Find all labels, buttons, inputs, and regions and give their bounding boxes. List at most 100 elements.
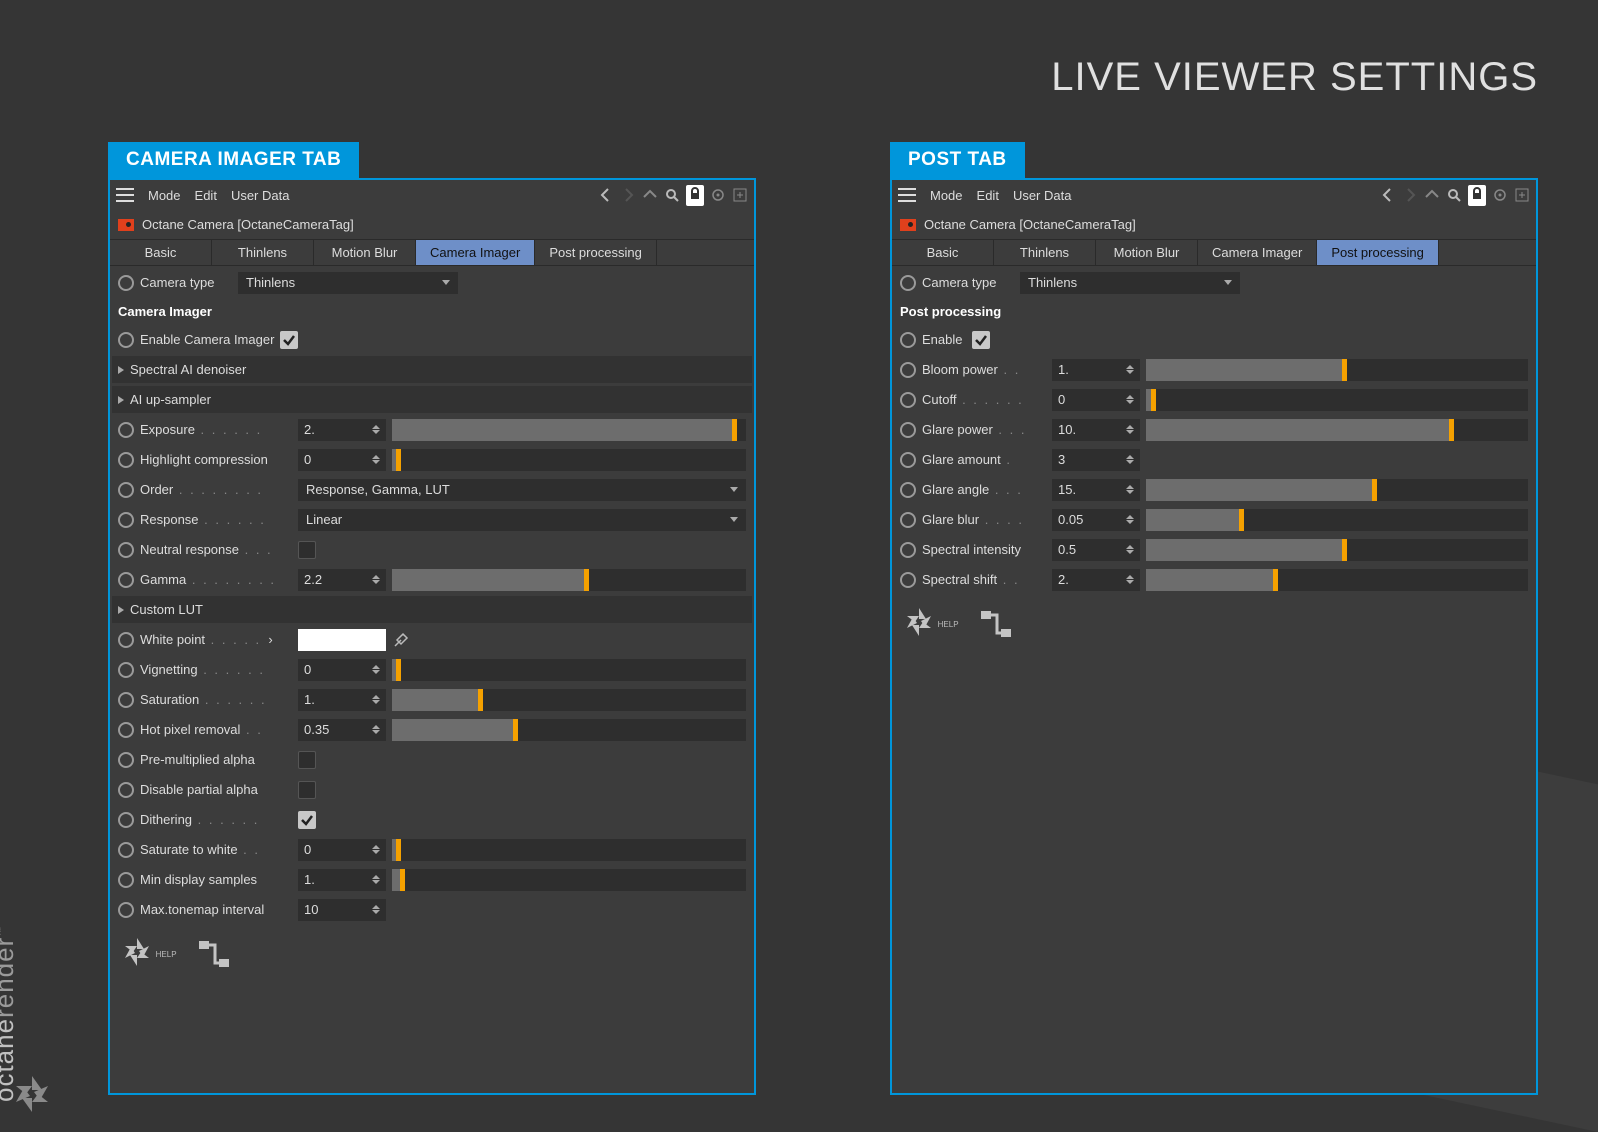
spectral-intensity-field[interactable]: 0.5 xyxy=(1052,539,1140,561)
vignetting-slider[interactable] xyxy=(392,659,746,681)
lock-icon[interactable] xyxy=(686,185,704,206)
hotpixel-slider[interactable] xyxy=(392,719,746,741)
menu-userdata[interactable]: User Data xyxy=(231,188,290,203)
tab-cameraimager[interactable]: Camera Imager xyxy=(416,240,535,265)
radio-icon[interactable] xyxy=(118,332,134,348)
radio-icon[interactable] xyxy=(118,692,134,708)
glare-power-slider[interactable] xyxy=(1146,419,1528,441)
nav-fwd-icon[interactable] xyxy=(620,187,636,203)
radio-icon[interactable] xyxy=(900,392,916,408)
tab-motionblur[interactable]: Motion Blur xyxy=(1096,240,1198,265)
group-spectral-denoiser[interactable]: Spectral AI denoiser xyxy=(112,356,752,383)
tab-motionblur[interactable]: Motion Blur xyxy=(314,240,416,265)
target-icon[interactable] xyxy=(710,187,726,203)
radio-icon[interactable] xyxy=(900,482,916,498)
new-window-icon[interactable] xyxy=(1514,187,1530,203)
premult-alpha-checkbox[interactable] xyxy=(298,751,316,769)
hotpixel-field[interactable]: 0.35 xyxy=(298,719,386,741)
radio-icon[interactable] xyxy=(118,752,134,768)
radio-icon[interactable] xyxy=(900,572,916,588)
radio-icon[interactable] xyxy=(118,482,134,498)
menu-userdata[interactable]: User Data xyxy=(1013,188,1072,203)
radio-icon[interactable] xyxy=(118,422,134,438)
menu-edit[interactable]: Edit xyxy=(195,188,217,203)
spectral-shift-field[interactable]: 2. xyxy=(1052,569,1140,591)
radio-icon[interactable] xyxy=(900,422,916,438)
glare-angle-slider[interactable] xyxy=(1146,479,1528,501)
radio-icon[interactable] xyxy=(900,452,916,468)
glare-power-field[interactable]: 10. xyxy=(1052,419,1140,441)
search-icon[interactable] xyxy=(664,187,680,203)
radio-icon[interactable] xyxy=(118,662,134,678)
nav-back-icon[interactable] xyxy=(1380,187,1396,203)
spectral-intensity-slider[interactable] xyxy=(1146,539,1528,561)
tab-postprocessing[interactable]: Post processing xyxy=(1317,240,1439,265)
min-display-field[interactable]: 1. xyxy=(298,869,386,891)
eyedropper-icon[interactable] xyxy=(392,631,410,649)
radio-icon[interactable] xyxy=(118,782,134,798)
cutoff-field[interactable]: 0 xyxy=(1052,389,1140,411)
radio-icon[interactable] xyxy=(900,362,916,378)
vignetting-field[interactable]: 0 xyxy=(298,659,386,681)
tab-cameraimager[interactable]: Camera Imager xyxy=(1198,240,1317,265)
radio-icon[interactable] xyxy=(900,512,916,528)
neutral-response-checkbox[interactable] xyxy=(298,541,316,559)
highlight-field[interactable]: 0 xyxy=(298,449,386,471)
menu-edit[interactable]: Edit xyxy=(977,188,999,203)
nav-up-icon[interactable] xyxy=(1424,187,1440,203)
tab-thinlens[interactable]: Thinlens xyxy=(212,240,314,265)
radio-icon[interactable] xyxy=(900,332,916,348)
camera-type-select[interactable]: Thinlens xyxy=(238,272,458,294)
camera-type-select[interactable]: Thinlens xyxy=(1020,272,1240,294)
nav-fwd-icon[interactable] xyxy=(1402,187,1418,203)
enable-post-checkbox[interactable] xyxy=(972,331,990,349)
spectral-shift-slider[interactable] xyxy=(1146,569,1528,591)
menu-mode[interactable]: Mode xyxy=(930,188,963,203)
gamma-field[interactable]: 2.2 xyxy=(298,569,386,591)
tab-basic[interactable]: Basic xyxy=(110,240,212,265)
saturate-white-slider[interactable] xyxy=(392,839,746,861)
enable-camera-imager-checkbox[interactable] xyxy=(280,331,298,349)
tab-basic[interactable]: Basic xyxy=(892,240,994,265)
aperture-help-icon[interactable] xyxy=(118,933,156,971)
whitepoint-swatch[interactable] xyxy=(298,629,386,651)
saturation-slider[interactable] xyxy=(392,689,746,711)
radio-icon[interactable] xyxy=(118,275,134,291)
search-icon[interactable] xyxy=(1446,187,1462,203)
response-select[interactable]: Linear xyxy=(298,509,746,531)
group-ai-upsampler[interactable]: AI up-sampler xyxy=(112,386,752,413)
saturation-field[interactable]: 1. xyxy=(298,689,386,711)
radio-icon[interactable] xyxy=(118,572,134,588)
node-editor-icon[interactable] xyxy=(977,605,1015,643)
radio-icon[interactable] xyxy=(118,632,134,648)
nav-back-icon[interactable] xyxy=(598,187,614,203)
radio-icon[interactable] xyxy=(118,452,134,468)
radio-icon[interactable] xyxy=(118,512,134,528)
aperture-help-icon[interactable] xyxy=(900,603,938,641)
radio-icon[interactable] xyxy=(118,812,134,828)
dithering-checkbox[interactable] xyxy=(298,811,316,829)
highlight-slider[interactable] xyxy=(392,449,746,471)
cutoff-slider[interactable] xyxy=(1146,389,1528,411)
order-select[interactable]: Response, Gamma, LUT xyxy=(298,479,746,501)
radio-icon[interactable] xyxy=(900,542,916,558)
glare-amount-field[interactable]: 3 xyxy=(1052,449,1140,471)
menu-mode[interactable]: Mode xyxy=(148,188,181,203)
glare-blur-field[interactable]: 0.05 xyxy=(1052,509,1140,531)
tab-postprocessing[interactable]: Post processing xyxy=(535,240,657,265)
node-editor-icon[interactable] xyxy=(195,935,233,973)
radio-icon[interactable] xyxy=(118,722,134,738)
radio-icon[interactable] xyxy=(118,542,134,558)
radio-icon[interactable] xyxy=(118,872,134,888)
hamburger-icon[interactable] xyxy=(898,188,916,202)
min-display-slider[interactable] xyxy=(392,869,746,891)
bloom-slider[interactable] xyxy=(1146,359,1528,381)
group-custom-lut[interactable]: Custom LUT xyxy=(112,596,752,623)
saturate-white-field[interactable]: 0 xyxy=(298,839,386,861)
glare-angle-field[interactable]: 15. xyxy=(1052,479,1140,501)
gamma-slider[interactable] xyxy=(392,569,746,591)
lock-icon[interactable] xyxy=(1468,185,1486,206)
target-icon[interactable] xyxy=(1492,187,1508,203)
radio-icon[interactable] xyxy=(118,842,134,858)
radio-icon[interactable] xyxy=(900,275,916,291)
